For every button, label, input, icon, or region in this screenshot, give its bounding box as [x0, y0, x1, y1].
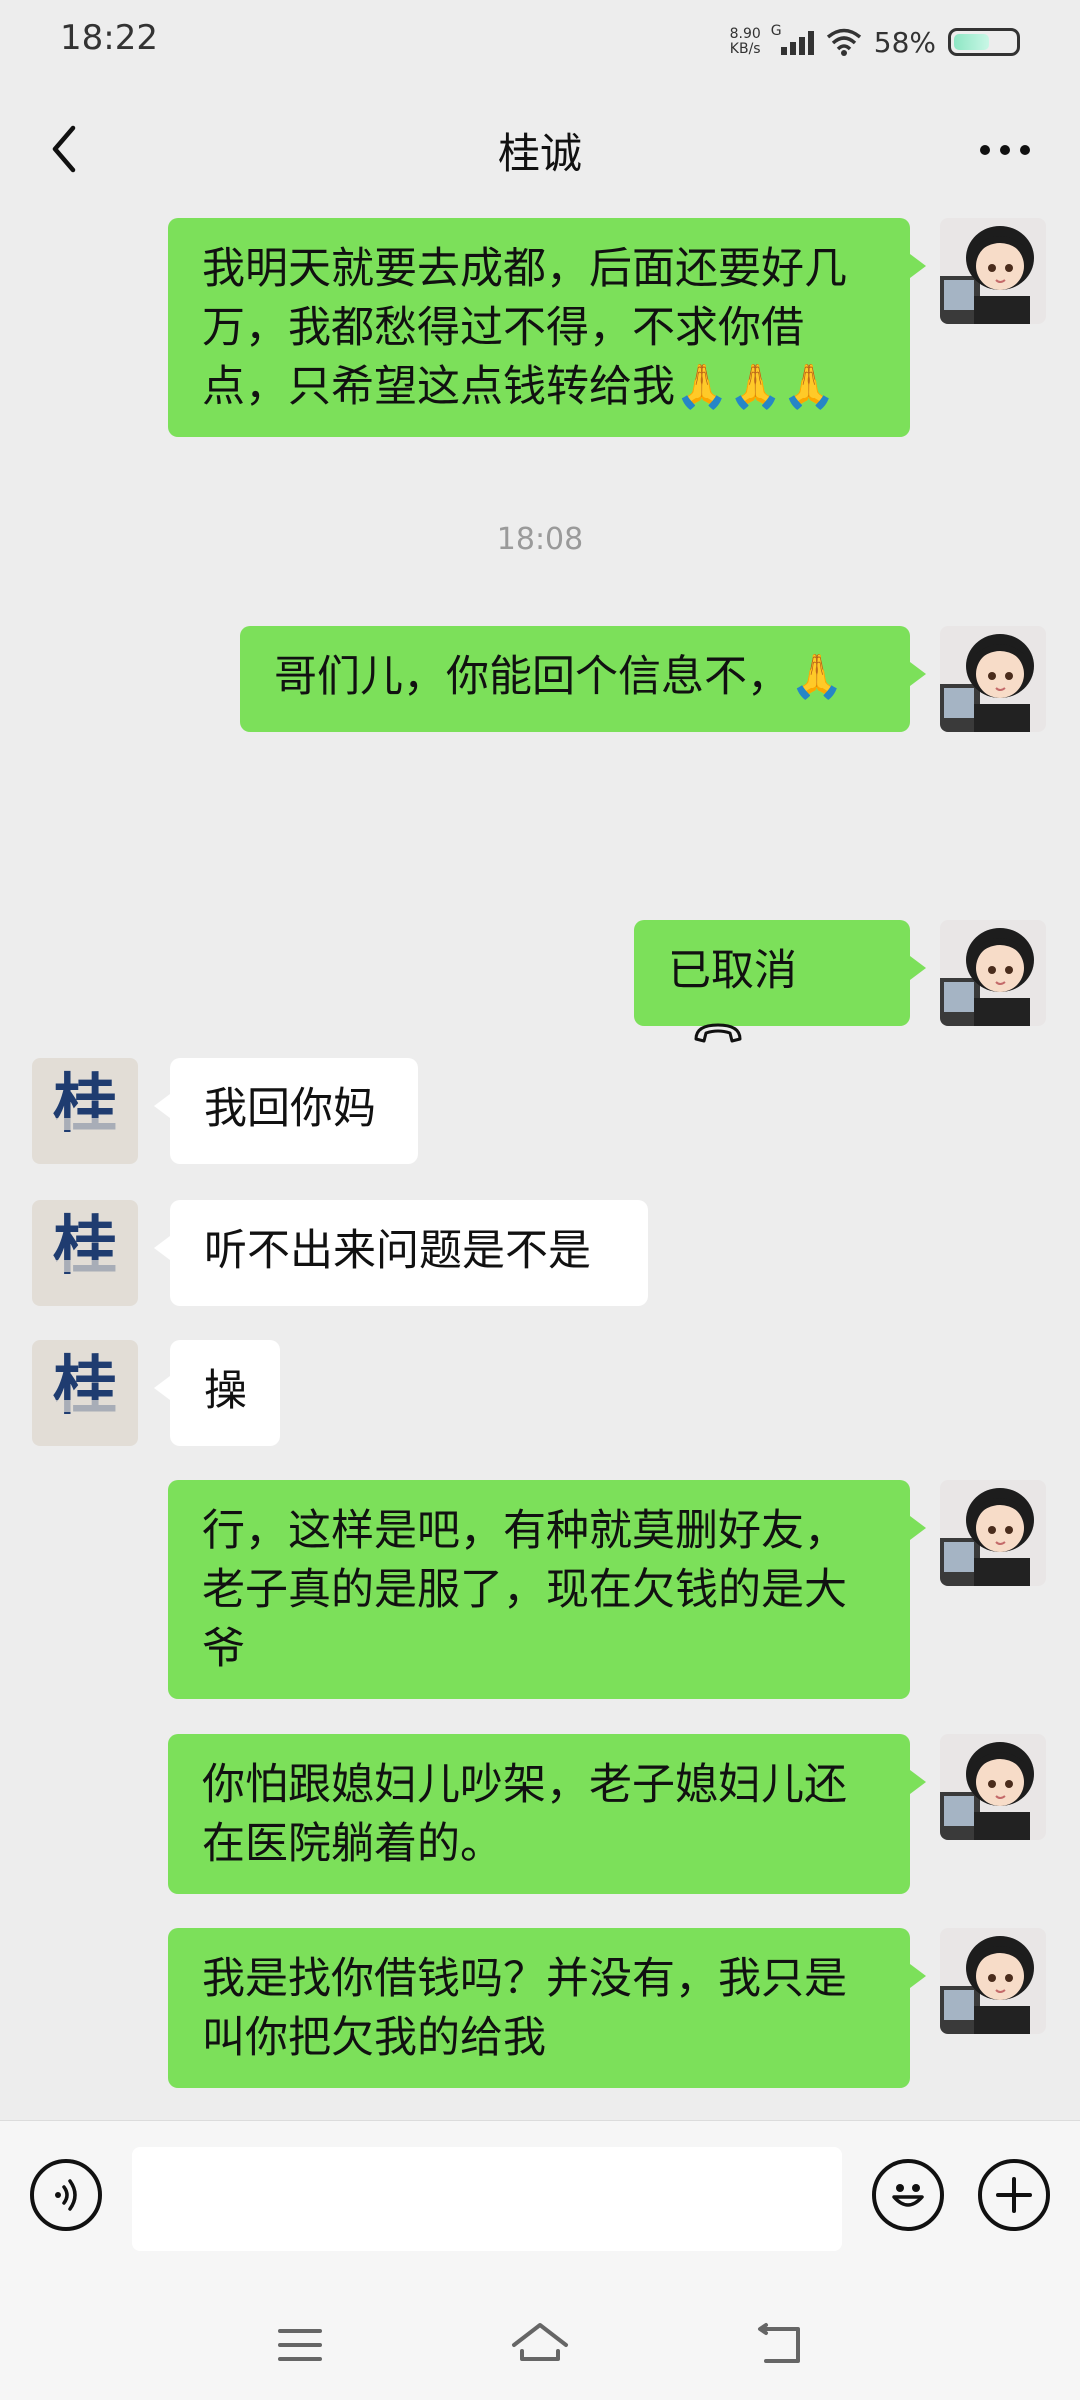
chat-header: 桂诚: [0, 80, 1080, 220]
my-avatar[interactable]: [940, 1480, 1046, 1586]
message-line: 点，只希望这点钱转给我🙏🙏🙏: [202, 362, 836, 412]
message-line: 叫你把欠我的给我: [202, 2013, 546, 2063]
home-icon: [512, 2323, 568, 2361]
contact-avatar-text: 桂: [53, 1350, 117, 1424]
message-bubble-incoming[interactable]: 我回你妈: [154, 1058, 418, 1164]
my-avatar[interactable]: [940, 1734, 1046, 1840]
message-line: 老子真的是服了，现在欠钱的是大: [202, 1565, 847, 1615]
message-timestamp: 18:08: [496, 522, 584, 557]
message-line: 万，我都愁得过不得，不求你借: [202, 303, 804, 353]
status-bar: 18:22 8.90 KB/s G 58%: [0, 0, 1080, 80]
emoji-icon: [892, 2184, 924, 2207]
phone-hangup-icon: [694, 1023, 742, 1042]
network-speed: 8.90 KB/s: [730, 27, 761, 57]
network-speed-unit: KB/s: [729, 41, 761, 57]
message-bubble-outgoing[interactable]: 哥们儿，你能回个信息不，🙏: [240, 626, 926, 732]
back-nav-button[interactable]: [740, 2310, 820, 2380]
message-input[interactable]: [132, 2147, 842, 2251]
input-bar: [0, 2120, 1080, 2281]
back-arrow-icon: [758, 2323, 800, 2363]
my-avatar[interactable]: [940, 920, 1046, 1026]
message-bubble-outgoing[interactable]: 行，这样是吧，有种就莫删好友， 老子真的是服了，现在欠钱的是大 爷: [168, 1480, 926, 1699]
contact-avatar-text: 桂: [53, 1210, 117, 1284]
battery-icon: [948, 28, 1020, 56]
message-list[interactable]: 我明天就要去成都，后面还要好几 万，我都愁得过不得，不求你借 点，只希望这点钱转…: [0, 200, 1080, 2120]
system-nav-bar: [0, 2280, 1080, 2400]
chat-title: 桂诚: [497, 129, 582, 178]
network-speed-value: 8.90: [729, 26, 761, 42]
message-line: 爷: [202, 1624, 245, 1674]
menu-nav-button[interactable]: [260, 2310, 340, 2380]
network-type: G: [770, 23, 782, 39]
message-line: 我是找你借钱吗？并没有，我只是: [202, 1954, 847, 2004]
battery-level-fill: [954, 34, 989, 50]
message-bubble-outgoing[interactable]: 我是找你借钱吗？并没有，我只是 叫你把欠我的给我: [168, 1928, 926, 2088]
cell-signal-icon: G: [771, 23, 814, 55]
status-icons: 8.90 KB/s G 58%: [730, 22, 1020, 62]
my-avatar[interactable]: [940, 218, 1046, 324]
menu-icon: [278, 2329, 322, 2361]
voice-button[interactable]: [30, 2159, 102, 2231]
call-status-text: 已取消: [668, 946, 797, 996]
contact-avatar[interactable]: 桂: [32, 1058, 138, 1164]
message-line: 行，这样是吧，有种就莫删好友，: [202, 1506, 847, 1556]
message-bubble-outgoing[interactable]: 我明天就要去成都，后面还要好几 万，我都愁得过不得，不求你借 点，只希望这点钱转…: [168, 218, 926, 437]
message-bubble-incoming[interactable]: 操: [154, 1340, 280, 1446]
contact-avatar-text: 桂: [53, 1068, 117, 1142]
voice-icon: [55, 2179, 77, 2211]
emoji-button[interactable]: [872, 2159, 944, 2231]
status-time: 18:22: [60, 18, 158, 58]
home-nav-button[interactable]: [500, 2310, 580, 2380]
call-record-bubble[interactable]: 已取消: [634, 920, 926, 1042]
battery-percent: 58%: [873, 25, 936, 59]
plus-icon: [996, 2177, 1032, 2213]
my-avatar[interactable]: [940, 1928, 1046, 2034]
message-line: 在医院躺着的。: [202, 1819, 503, 1869]
wifi-icon: [826, 28, 861, 56]
message-bubble-incoming[interactable]: 听不出来问题是不是: [154, 1200, 648, 1306]
my-avatar[interactable]: [940, 626, 1046, 732]
more-button[interactable]: [970, 120, 1040, 180]
contact-avatar[interactable]: 桂: [32, 1340, 138, 1446]
more-dots-icon: [980, 145, 1030, 155]
message-bubble-outgoing[interactable]: 你怕跟媳妇儿吵架，老子媳妇儿还 在医院躺着的。: [168, 1734, 926, 1894]
plus-button[interactable]: [978, 2159, 1050, 2231]
contact-avatar[interactable]: 桂: [32, 1200, 138, 1306]
message-line: 我明天就要去成都，后面还要好几: [202, 244, 847, 294]
message-line: 你怕跟媳妇儿吵架，老子媳妇儿还: [202, 1760, 847, 1810]
